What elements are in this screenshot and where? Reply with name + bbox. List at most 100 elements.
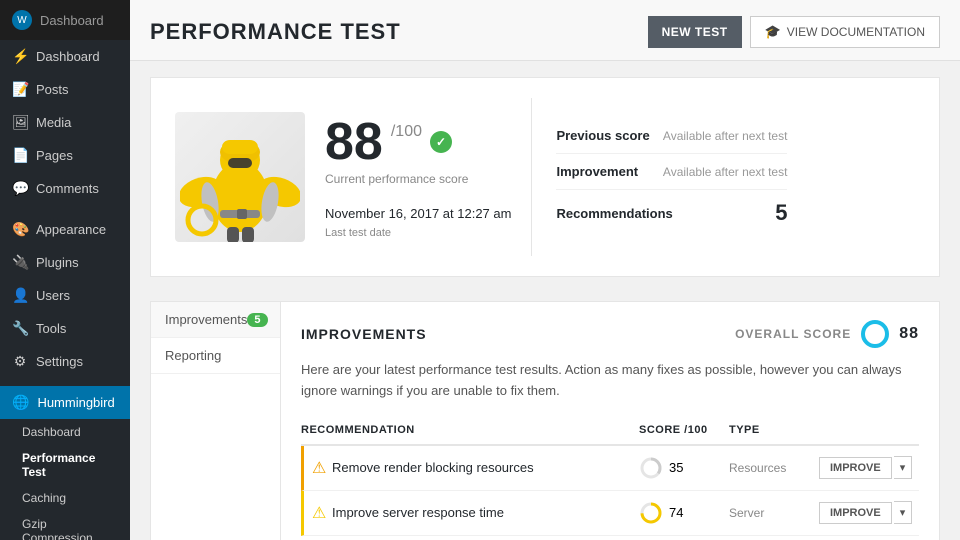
tab-improvements-badge: 5 [247, 313, 267, 327]
sidebar-item-label: Plugins [36, 255, 79, 270]
row-score: 35 [639, 456, 729, 480]
test-date: November 16, 2017 at 12:27 am [325, 206, 511, 221]
improvements-title: IMPROVEMENTS [301, 326, 427, 342]
sidebar-item-appearance[interactable]: 🎨 Appearance [0, 213, 130, 246]
improve-dropdown-button[interactable]: ▾ [894, 456, 913, 479]
previous-score-value: Available after next test [663, 129, 788, 143]
sidebar-item-settings[interactable]: ⚙ Settings [0, 345, 130, 378]
submenu-item-caching[interactable]: Caching [0, 485, 130, 511]
dashboard-icon: ⚡ [12, 48, 28, 65]
improvements-table-header: Recommendation Score /100 Type [301, 416, 919, 446]
sidebar-item-posts[interactable]: 📝 Posts [0, 73, 130, 106]
sidebar-item-label: Settings [36, 354, 83, 369]
appearance-icon: 🎨 [12, 221, 28, 238]
recommendations-label: Recommendations [556, 206, 672, 221]
score-display: 88 /100 ✓ [325, 116, 511, 168]
full-content-area: 88 /100 ✓ Current performance score Nove… [130, 61, 960, 540]
test-date-label: Last test date [325, 227, 511, 239]
new-test-button[interactable]: NEW TEST [648, 16, 742, 48]
row-action: IMPROVE ▾ [819, 501, 919, 524]
improvements-panel: IMPROVEMENTS OVERALL SCORE 88 Her [281, 302, 939, 540]
sidebar-item-media[interactable]: 🖼 Media [0, 106, 130, 139]
sidebar-item-plugins[interactable]: 🔌 Plugins [0, 246, 130, 279]
hero-image [175, 112, 305, 242]
plugins-icon: 🔌 [12, 254, 28, 271]
overall-score-donut [859, 318, 891, 350]
sidebar: W Dashboard ⚡ Dashboard 📝 Posts 🖼 Media … [0, 0, 130, 540]
hummingbird-submenu: Dashboard Performance Test Caching Gzip … [0, 419, 130, 540]
sidebar-item-users[interactable]: 👤 Users [0, 279, 130, 312]
media-icon: 🖼 [12, 114, 28, 131]
hummingbird-icon: 🌐 [12, 394, 29, 411]
improvement-label: Improvement [556, 164, 638, 179]
score-donut [639, 456, 663, 480]
hero-svg [180, 112, 300, 242]
meta-row-recommendations: Recommendations 5 [556, 190, 787, 236]
tools-icon: 🔧 [12, 320, 28, 337]
sidebar-item-label: Posts [36, 82, 69, 97]
row-type: Server [729, 506, 819, 520]
row-recommendation-name: Remove render blocking resources [332, 460, 639, 475]
recommendations-value: 5 [775, 200, 787, 226]
wp-logo-icon: W [12, 10, 32, 30]
row-score-value: 74 [669, 505, 683, 520]
bottom-section: Improvements 5 Reporting IMPROVEMENTS OV… [150, 301, 940, 540]
sidebar-item-label: Media [36, 115, 71, 130]
sidebar-item-comments[interactable]: 💬 Comments [0, 172, 130, 205]
row-score: 74 [639, 501, 729, 525]
sidebar-item-dashboard[interactable]: ⚡ Dashboard [0, 40, 130, 73]
previous-score-label: Previous score [556, 128, 649, 143]
sidebar-item-pages[interactable]: 📄 Pages [0, 139, 130, 172]
sidebar-logo[interactable]: W Dashboard [0, 0, 130, 40]
score-label: Current performance score [325, 172, 511, 186]
meta-row-improvement: Improvement Available after next test [556, 154, 787, 190]
table-row: ⚠ Improve server response time 74 Server… [301, 491, 919, 536]
score-info: 88 /100 ✓ Current performance score Nove… [325, 116, 511, 239]
hummingbird-label: Hummingbird [37, 395, 114, 410]
score-check-icon: ✓ [430, 131, 452, 153]
users-icon: 👤 [12, 287, 28, 304]
submenu-item-dashboard[interactable]: Dashboard [0, 419, 130, 445]
page-header: PERFORMANCE TEST NEW TEST VIEW DOCUMENTA… [130, 0, 960, 61]
tab-reporting-label: Reporting [165, 348, 221, 363]
sidebar-item-label: Users [36, 288, 70, 303]
sidebar-item-label: Appearance [36, 222, 106, 237]
overall-score-value: 88 [899, 325, 919, 343]
sidebar-item-label: Pages [36, 148, 73, 163]
sidebar-item-label: Comments [36, 181, 99, 196]
pages-icon: 📄 [12, 147, 28, 164]
improve-dropdown-button[interactable]: ▾ [894, 501, 913, 524]
improvements-header: IMPROVEMENTS OVERALL SCORE 88 [301, 318, 919, 350]
sidebar-item-hummingbird[interactable]: 🌐 Hummingbird [0, 386, 130, 419]
tab-sidebar: Improvements 5 Reporting [151, 302, 281, 540]
improvement-value: Available after next test [663, 165, 788, 179]
overall-score-label: OVERALL SCORE [735, 327, 851, 341]
overall-score: OVERALL SCORE 88 [735, 318, 919, 350]
submenu-item-gzip[interactable]: Gzip Compression [0, 511, 130, 540]
improve-button[interactable]: IMPROVE [819, 502, 892, 524]
page-title: PERFORMANCE TEST [150, 19, 401, 45]
warning-icon: ⚠ [312, 458, 332, 478]
row-recommendation-name: Improve server response time [332, 505, 639, 520]
score-out-of: /100 [391, 124, 422, 140]
caution-icon: ⚠ [312, 503, 332, 523]
comments-icon: 💬 [12, 180, 28, 197]
improvements-description: Here are your latest performance test re… [301, 360, 919, 402]
sidebar-item-label: Dashboard [36, 49, 100, 64]
tab-reporting[interactable]: Reporting [151, 338, 280, 374]
col-header-score: Score /100 [639, 424, 729, 436]
tab-improvements-label: Improvements [165, 312, 247, 327]
tab-improvements[interactable]: Improvements 5 [151, 302, 280, 338]
table-row: ⚠ Remove render blocking resources 35 Re… [301, 446, 919, 491]
sidebar-item-tools[interactable]: 🔧 Tools [0, 312, 130, 345]
row-type: Resources [729, 461, 819, 475]
col-header-type: Type [729, 424, 819, 436]
sidebar-item-label: Tools [36, 321, 66, 336]
header-actions: NEW TEST VIEW DOCUMENTATION [648, 16, 940, 48]
row-action: IMPROVE ▾ [819, 456, 919, 479]
improve-button[interactable]: IMPROVE [819, 457, 892, 479]
view-docs-button[interactable]: VIEW DOCUMENTATION [750, 16, 940, 48]
sidebar-logo-label: Dashboard [40, 13, 104, 28]
submenu-item-performance-test[interactable]: Performance Test [0, 445, 130, 485]
meta-row-previous-score: Previous score Available after next test [556, 118, 787, 154]
